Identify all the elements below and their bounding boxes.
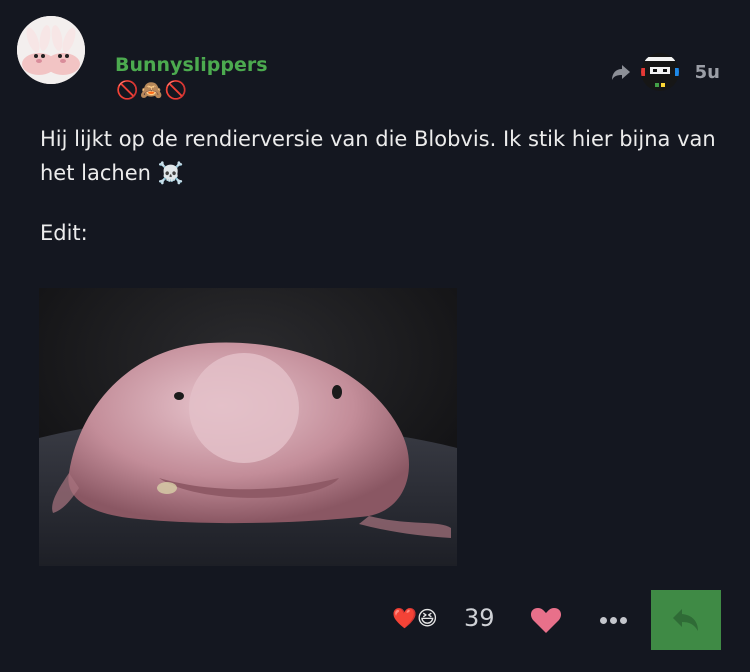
- no-entry-icon: 🚫: [164, 80, 188, 101]
- laughing-reaction-icon: 😆: [416, 606, 438, 630]
- heart-reaction-icon: ❤️: [392, 606, 417, 630]
- heart-icon: [530, 608, 562, 633]
- post-text: Hij lijkt op de rendierversie van die Bl…: [40, 127, 716, 185]
- post-image[interactable]: [39, 288, 457, 566]
- reply-button[interactable]: [651, 590, 721, 650]
- ellipsis-icon: [600, 616, 607, 624]
- post-actions: ❤️ 😆 39: [0, 590, 750, 650]
- user-avatar[interactable]: [17, 16, 85, 84]
- post-meta: 5u: [609, 52, 720, 92]
- reply-icon: [673, 609, 698, 631]
- reaction-count[interactable]: 39: [464, 604, 495, 632]
- replied-user-avatar[interactable]: [640, 53, 679, 91]
- reaction-summary[interactable]: ❤️ 😆: [392, 606, 438, 630]
- blobfish-image: [39, 288, 457, 566]
- post-card: Bunnyslippers 🚫 🙈 🚫 5u Hij lijkt op de r…: [0, 0, 750, 672]
- user-flair: 🚫 🙈 🚫: [116, 80, 187, 102]
- see-no-evil-monkey-icon: 🙈: [140, 80, 163, 101]
- bunny-slippers-image: [17, 16, 85, 84]
- more-options-button[interactable]: [600, 612, 632, 628]
- like-button[interactable]: [530, 606, 562, 634]
- post-body: Hij lijkt op de rendierversie van die Bl…: [40, 122, 720, 276]
- post-edit-label: Edit:: [40, 221, 88, 245]
- username[interactable]: Bunnyslippers: [115, 54, 268, 76]
- share-arrow-icon[interactable]: [609, 60, 633, 84]
- post-age: 5u: [694, 61, 720, 83]
- no-entry-icon: 🚫: [116, 80, 139, 101]
- ninja-avatar-icon: [640, 53, 679, 91]
